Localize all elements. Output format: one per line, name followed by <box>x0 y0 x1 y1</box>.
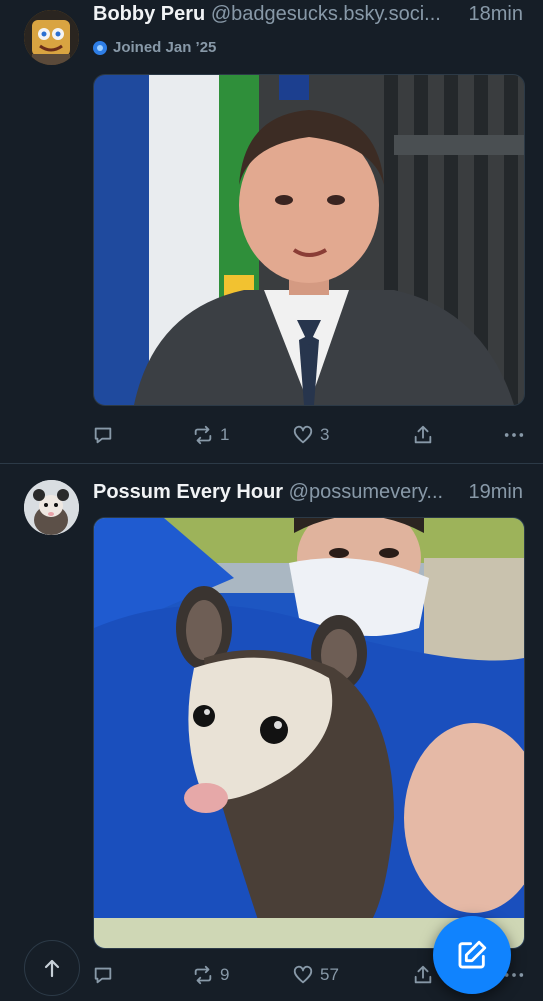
repost-button[interactable]: 9 <box>192 964 292 986</box>
new-user-icon <box>93 40 107 55</box>
reply-icon <box>94 427 112 444</box>
author-name[interactable]: Possum Every Hour <box>93 481 283 503</box>
post-image[interactable] <box>93 517 525 949</box>
reply-icon <box>94 967 112 984</box>
like-button[interactable]: 57 <box>292 964 412 986</box>
arrow-up-icon <box>44 959 60 978</box>
repost-count: 1 <box>220 425 230 444</box>
heart-icon <box>293 965 313 984</box>
share-icon <box>414 425 432 444</box>
joined-text: Joined Jan ’25 <box>113 39 217 56</box>
post-actions: 1 3 <box>92 420 525 450</box>
more-options-button[interactable] <box>495 424 525 446</box>
repost-button[interactable]: 1 <box>192 424 292 446</box>
author-name[interactable]: Bobby Peru <box>93 3 205 25</box>
repost-icon <box>194 965 212 985</box>
photo-man-in-suit <box>94 75 524 405</box>
share-button[interactable] <box>412 424 495 446</box>
repost-count: 9 <box>220 965 230 984</box>
scroll-to-top-button[interactable] <box>24 940 80 996</box>
post-time[interactable]: 19min <box>462 480 523 504</box>
author-avatar[interactable] <box>24 480 79 535</box>
compose-icon <box>458 940 487 969</box>
author-handle[interactable]: @badgesucks.bsky.soci... <box>211 3 441 25</box>
repost-icon <box>194 425 212 445</box>
author-avatar[interactable] <box>24 10 79 65</box>
compose-post-button[interactable] <box>433 916 511 994</box>
joined-badge: Joined Jan ’25 <box>93 39 216 56</box>
post-image[interactable] <box>93 74 525 406</box>
heart-icon <box>293 425 313 444</box>
author-handle[interactable]: @possumevery... <box>289 481 443 503</box>
more-icon <box>504 433 524 437</box>
share-icon <box>414 965 432 984</box>
reply-button[interactable] <box>92 964 192 986</box>
like-button[interactable]: 3 <box>292 424 412 446</box>
post-header: Bobby Peru @badgesucks.bsky.soci... 18mi… <box>93 2 523 26</box>
photo-possum <box>94 518 524 948</box>
feed-post[interactable]: Bobby Peru @badgesucks.bsky.soci... 18mi… <box>0 0 543 462</box>
post-time[interactable]: 18min <box>462 2 523 26</box>
like-count: 3 <box>320 425 330 444</box>
post-header: Possum Every Hour @possumevery... 19min <box>93 480 523 504</box>
reply-button[interactable] <box>92 424 192 446</box>
like-count: 57 <box>320 965 339 984</box>
